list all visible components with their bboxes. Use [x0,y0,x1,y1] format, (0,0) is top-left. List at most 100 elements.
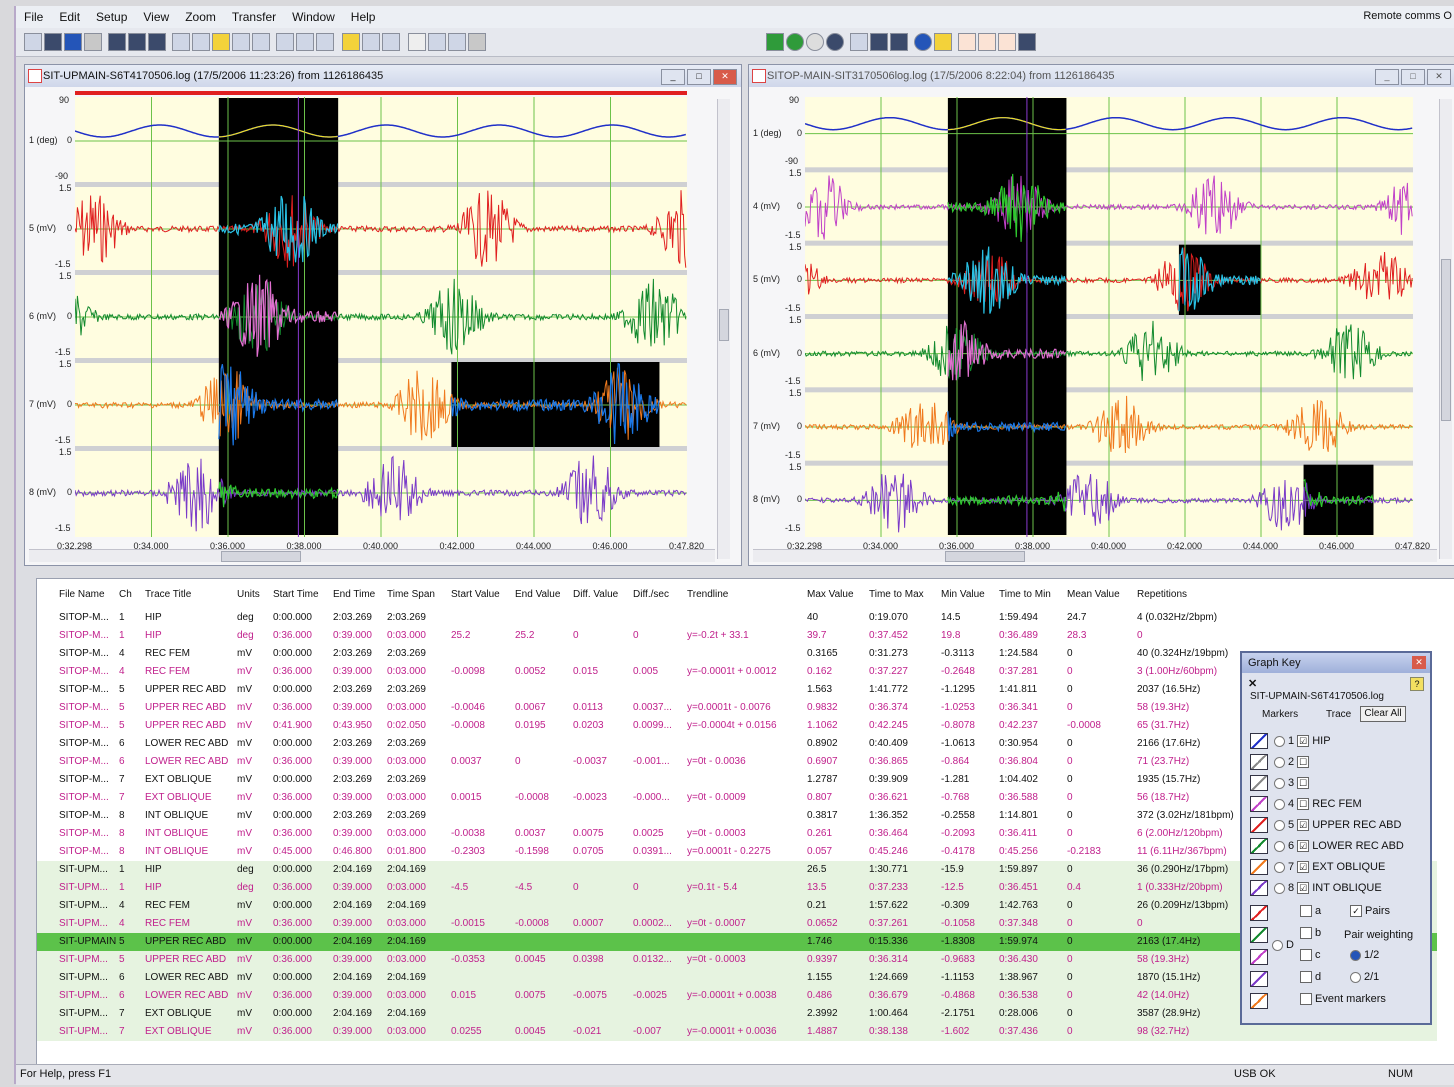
marker-option[interactable]: c [1300,949,1321,962]
record-icon[interactable] [766,33,784,51]
folder-icon[interactable] [850,33,868,51]
print-icon[interactable] [148,33,166,51]
fit-horizontal-icon[interactable] [316,33,334,51]
event-markers-checkbox[interactable] [1300,993,1312,1006]
right-vertical-scrollbar[interactable] [1439,99,1452,559]
column-header[interactable]: Start Time [273,589,319,600]
graph-key-trace-row[interactable]: 3 ☐ [1250,775,1312,791]
table-row[interactable]: SITOP-M... 8 INT OBLIQUE mV 0:36.000 0:39.000… [37,825,1437,843]
marker-checkbox[interactable] [1300,971,1312,984]
trace-checkbox[interactable]: ☑ [1297,840,1310,852]
zoom-in-icon[interactable] [172,33,190,51]
trace-color-swatch[interactable] [1250,775,1268,791]
trace-color-swatch[interactable] [1250,754,1268,770]
highlight-icon[interactable] [934,33,952,51]
waveform-icon[interactable] [958,33,976,51]
weight-two-radio[interactable] [1350,971,1361,983]
table-row[interactable]: SIT-UPM... 6 LOWER REC ABD mV 0:00.000 2:04.1… [37,969,1437,987]
save-icon[interactable] [870,33,888,51]
column-header[interactable]: Diff. Value [573,589,618,600]
copy-icon[interactable] [108,33,126,51]
menu-edit[interactable]: Edit [51,10,88,24]
check-icon[interactable] [786,33,804,51]
table-row[interactable]: SITOP-M... 8 INT OBLIQUE mV 0:45.000 0:46.800… [37,843,1437,861]
trace-checkbox[interactable]: ☐ [1297,756,1310,768]
marker-color-swatch[interactable] [1250,971,1268,987]
marker-color-swatch[interactable] [1250,927,1268,943]
maximize-button[interactable]: □ [1401,69,1425,85]
signal-icon[interactable] [998,33,1016,51]
column-header[interactable]: Min Value [941,589,985,600]
menu-transfer[interactable]: Transfer [224,10,284,24]
zoom-next-icon[interactable] [252,33,270,51]
column-header[interactable]: Time Span [387,589,435,600]
column-header[interactable]: Time to Min [999,589,1051,600]
column-header[interactable]: End Value [515,589,560,600]
menu-window[interactable]: Window [284,10,343,24]
align-icon[interactable] [362,33,380,51]
graph-key-trace-row[interactable]: 8 ☑ INT OBLIQUE [1250,880,1382,896]
marker-checkbox[interactable] [1300,927,1312,940]
graph-key-trace-row[interactable]: 6 ☑ LOWER REC ABD [1250,838,1404,854]
left-vscroll-thumb[interactable] [719,309,729,341]
graph-key-trace-row[interactable]: 7 ☑ EXT OBLIQUE [1250,859,1385,875]
marker-d-radio[interactable] [1272,939,1283,951]
graph-key-close-button[interactable]: ✕ [1412,656,1426,669]
trace-color-swatch[interactable] [1250,838,1268,854]
table-row[interactable]: SIT-UPM... 4 REC FEM mV 0:00.000 2:04.169 2:04… [37,897,1437,915]
marker-color-swatch[interactable] [1250,993,1268,1009]
trace-checkbox[interactable]: ☐ [1297,777,1310,789]
trace-color-swatch[interactable] [1250,859,1268,875]
fit-vertical-icon[interactable] [276,33,294,51]
column-header[interactable]: End Time [333,589,375,600]
column-header[interactable]: Repetitions [1137,589,1187,600]
cursor-icon[interactable] [212,33,230,51]
marker-option[interactable]: d [1300,971,1321,984]
menu-file[interactable]: File [16,10,51,24]
trace-radio[interactable] [1274,861,1285,873]
close-button[interactable]: ✕ [1427,69,1451,85]
table-row[interactable]: SIT-UPM... 1 HIP deg 0:00.000 2:04.169 2:04.16… [37,861,1437,879]
left-plot-area[interactable] [75,97,687,537]
trace-checkbox[interactable]: ☑ [1297,735,1310,747]
stop-icon[interactable] [382,33,400,51]
table-row[interactable]: SITOP-M... 7 EXT OBLIQUE mV 0:36.000 0:39.000… [37,789,1437,807]
table-row[interactable]: SITOP-M... 5 UPPER REC ABD mV 0:41.900 0:43.9… [37,717,1437,735]
device-icon[interactable] [890,33,908,51]
table-row[interactable]: SIT-UPM... 6 LOWER REC ABD mV 0:36.000 0:39.0… [37,987,1437,1005]
menu-setup[interactable]: Setup [88,10,135,24]
disabled-tool-icon[interactable] [468,33,486,51]
column-header[interactable]: Start Value [451,589,500,600]
column-header[interactable]: Ch [119,589,132,600]
weight-half-option[interactable]: 1/2 [1350,949,1379,961]
weight-two-option[interactable]: 2/1 [1350,971,1379,983]
minimize-button[interactable]: _ [1375,69,1399,85]
settings-icon[interactable] [1018,33,1036,51]
trace-checkbox[interactable]: ☑ [1297,861,1310,873]
trace-color-swatch[interactable] [1250,733,1268,749]
grid-icon[interactable] [296,33,314,51]
weight-half-radio[interactable] [1350,949,1361,961]
menu-zoom[interactable]: Zoom [177,10,224,24]
table-row[interactable]: SIT-UPM... 7 EXT OBLIQUE mV 0:36.000 0:39.000… [37,1023,1437,1041]
left-hscroll-thumb[interactable] [221,551,301,562]
paste-icon[interactable] [128,33,146,51]
info-icon[interactable] [914,33,932,51]
right-hscroll-thumb[interactable] [945,551,1025,562]
pointer-icon[interactable] [448,33,466,51]
table-row[interactable]: SITOP-M... 1 HIP deg 0:36.000 0:39.000 0:03.00… [37,627,1437,645]
table-row[interactable]: SITOP-M... 8 INT OBLIQUE mV 0:00.000 2:03.269… [37,807,1437,825]
column-header[interactable]: Diff./sec [633,589,669,600]
pairs-option[interactable]: ✓ Pairs [1350,905,1390,918]
trace-radio[interactable] [1274,840,1285,852]
chart-icon[interactable] [64,33,82,51]
table-row[interactable]: SIT-UPM... 4 REC FEM mV 0:36.000 0:39.000 0:03… [37,915,1437,933]
marker-checkbox[interactable] [1300,949,1312,962]
table-row[interactable]: SIT-UPM... 5 UPPER REC ABD mV 0:36.000 0:39.0… [37,951,1437,969]
trace-radio[interactable] [1274,882,1285,894]
trace-color-swatch[interactable] [1250,796,1268,812]
right-plot-area[interactable] [805,97,1413,537]
graph-key-trace-row[interactable]: 5 ☑ UPPER REC ABD [1250,817,1401,833]
trace-radio[interactable] [1274,819,1285,831]
column-header[interactable]: Trace Title [145,589,191,600]
